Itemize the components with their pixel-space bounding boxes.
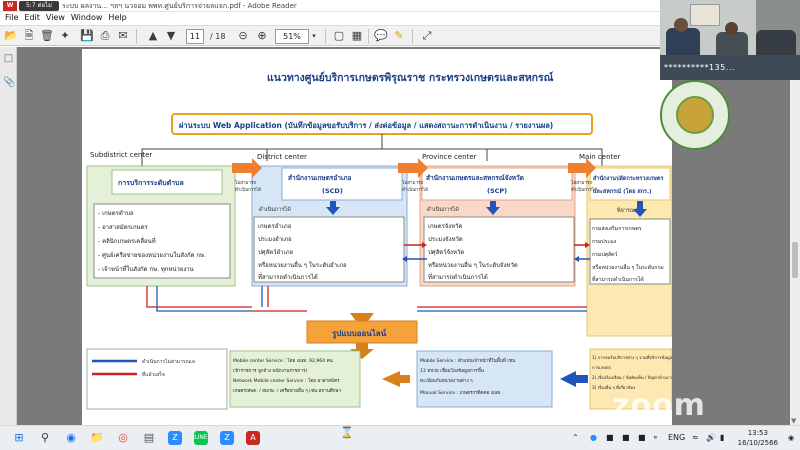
battery-icon[interactable]: ▮ bbox=[720, 431, 724, 445]
pdf-page: แนวทางศูนย์บริการเกษตรพิรุณราช กระทรวงเก… bbox=[82, 49, 687, 427]
zoom-app-icon-2[interactable]: Z bbox=[220, 431, 234, 445]
microphone-icon[interactable]: ⚬ bbox=[652, 431, 659, 445]
page-down-icon[interactable]: ▼ bbox=[164, 29, 178, 43]
online-label: รูปแบบออนไลน์ bbox=[332, 328, 387, 339]
zoom-in-icon[interactable]: ⊕ bbox=[255, 29, 269, 43]
tray-zoom-icon[interactable]: ● bbox=[590, 431, 597, 445]
save-icon[interactable]: 💾 bbox=[80, 29, 94, 43]
diagram-title: แนวทางศูนย์บริการเกษตรพิรุณราช กระทรวงเก… bbox=[267, 71, 554, 85]
process-diagram: แนวทางศูนย์บริการเกษตรพิรุณราช กระทรวงเก… bbox=[86, 71, 687, 410]
line-app-icon[interactable]: LINE bbox=[194, 431, 208, 445]
participant-name: **********135... bbox=[664, 63, 735, 72]
zoom-level-input[interactable]: 51% bbox=[275, 29, 309, 44]
page-total: / 18 bbox=[210, 32, 226, 41]
email-icon[interactable]: ✉ bbox=[116, 29, 130, 43]
tray-app-icon-3[interactable]: ■ bbox=[638, 431, 646, 445]
highlight-icon[interactable]: ✎ bbox=[392, 29, 406, 43]
app-icon[interactable]: ▤ bbox=[142, 431, 156, 445]
ministry-logo bbox=[660, 80, 730, 150]
window-title: ระบบ ผลงาน... ฯลฯ นวจอม พพท.ศูนย์บริการจ… bbox=[62, 2, 297, 10]
page-number-input[interactable]: 11 bbox=[186, 29, 204, 44]
level-subdistrict: Subdistrict center bbox=[90, 151, 152, 159]
fit-width-icon[interactable]: ▦ bbox=[350, 29, 364, 43]
pages-icon[interactable]: □ bbox=[3, 53, 14, 65]
menu-help[interactable]: Help bbox=[105, 12, 129, 24]
menu-edit[interactable]: Edit bbox=[21, 12, 43, 24]
web-app-banner: ผ่านระบบ Web Application (บันทึกข้อมูลขอ… bbox=[179, 121, 553, 131]
expand-icon[interactable]: ⤢ bbox=[420, 29, 434, 43]
notification-icon[interactable]: ◉ bbox=[788, 431, 794, 445]
print-icon[interactable]: ⎙ bbox=[98, 29, 112, 43]
taskbar: ⊞ ⚲ ◉ 📁 ◎ ▤ Z LINE Z A ⌃ ● ■ ■ ■ ⚬ ENG ≈… bbox=[0, 425, 800, 450]
zoom-app-icon[interactable]: Z bbox=[168, 431, 182, 445]
tray-chevron-icon[interactable]: ⌃ bbox=[572, 431, 579, 445]
level-province: Province center bbox=[422, 153, 477, 161]
windows-start-icon[interactable]: ⊞ bbox=[12, 431, 26, 445]
level-main: Main center bbox=[579, 153, 621, 161]
svg-text:ดำเนินการได้: ดำเนินการได้ bbox=[259, 206, 291, 213]
svg-text:(SCD): (SCD) bbox=[322, 187, 343, 195]
zoom-video-tile[interactable]: **********135... bbox=[660, 0, 800, 80]
page-up-icon[interactable]: ▲ bbox=[146, 29, 160, 43]
chevron-down-icon[interactable]: ▾ bbox=[309, 29, 319, 43]
create-pdf-icon[interactable]: 🗎 bbox=[22, 29, 36, 43]
open-icon[interactable]: 📂 bbox=[4, 29, 18, 43]
recording-badge: 5:7 ต่อไม่ bbox=[19, 1, 59, 11]
system-clock[interactable]: 13:53 16/10/2566 bbox=[738, 428, 778, 448]
level-district: District center bbox=[257, 153, 307, 161]
menu-window[interactable]: Window bbox=[68, 12, 106, 24]
edge-browser-icon[interactable]: ◉ bbox=[64, 431, 78, 445]
clock-time: 13:53 bbox=[747, 429, 768, 437]
acrobat-icon[interactable]: ✦ bbox=[58, 29, 72, 43]
file-explorer-icon[interactable]: 📁 bbox=[90, 431, 104, 445]
scroll-down-icon[interactable]: ▼ bbox=[791, 417, 796, 425]
svg-text:(SCP): (SCP) bbox=[487, 187, 507, 195]
svg-text:การบริการระดับตำบล: การบริการระดับตำบล bbox=[118, 179, 184, 187]
svg-text:ดำเนินการได้: ดำเนินการได้ bbox=[427, 206, 459, 213]
vertical-scrollbar[interactable]: ▲ ▼ bbox=[790, 47, 800, 425]
wifi-icon[interactable]: ≈ bbox=[692, 431, 699, 445]
search-icon[interactable]: ⚲ bbox=[38, 431, 52, 445]
tray-app-icon[interactable]: ■ bbox=[606, 431, 614, 445]
tray-app-icon-2[interactable]: ■ bbox=[622, 431, 630, 445]
volume-icon[interactable]: 🔊 bbox=[706, 431, 716, 445]
adobe-reader-icon: W bbox=[3, 1, 17, 11]
zoom-out-icon[interactable]: ⊝ bbox=[236, 29, 250, 43]
menu-file[interactable]: File bbox=[0, 12, 21, 24]
svg-text:ที่แล้วเสร็จ: ที่แล้วเสร็จ bbox=[142, 370, 165, 378]
clock-date: 16/10/2566 bbox=[737, 439, 778, 447]
acrobat-taskbar-icon[interactable]: A bbox=[246, 431, 260, 445]
menu-view[interactable]: View bbox=[43, 12, 68, 24]
mouse-cursor: ⌛ bbox=[340, 426, 354, 439]
combine-icon[interactable]: 🗑 bbox=[40, 29, 54, 43]
zoom-watermark: zoom bbox=[612, 388, 706, 423]
svg-text:สำนักงานเกษตรอำเภอ: สำนักงานเกษตรอำเภอ bbox=[288, 174, 351, 182]
svg-text:ดำเนินการไม่สามารถแล: ดำเนินการไม่สามารถแล bbox=[142, 358, 195, 365]
chrome-icon[interactable]: ◎ bbox=[116, 431, 130, 445]
attachments-icon[interactable]: 📎 bbox=[3, 77, 15, 89]
comment-icon[interactable]: 💬 bbox=[374, 29, 388, 43]
fit-page-icon[interactable]: ▢ bbox=[332, 29, 346, 43]
navigation-pane: □ 📎 bbox=[0, 47, 17, 425]
svg-text:สำนักงานเกษตรและสหกรณ์จังหวัด: สำนักงานเกษตรและสหกรณ์จังหวัด bbox=[426, 174, 524, 182]
scroll-thumb[interactable] bbox=[792, 242, 798, 278]
language-indicator[interactable]: ENG bbox=[668, 431, 685, 445]
